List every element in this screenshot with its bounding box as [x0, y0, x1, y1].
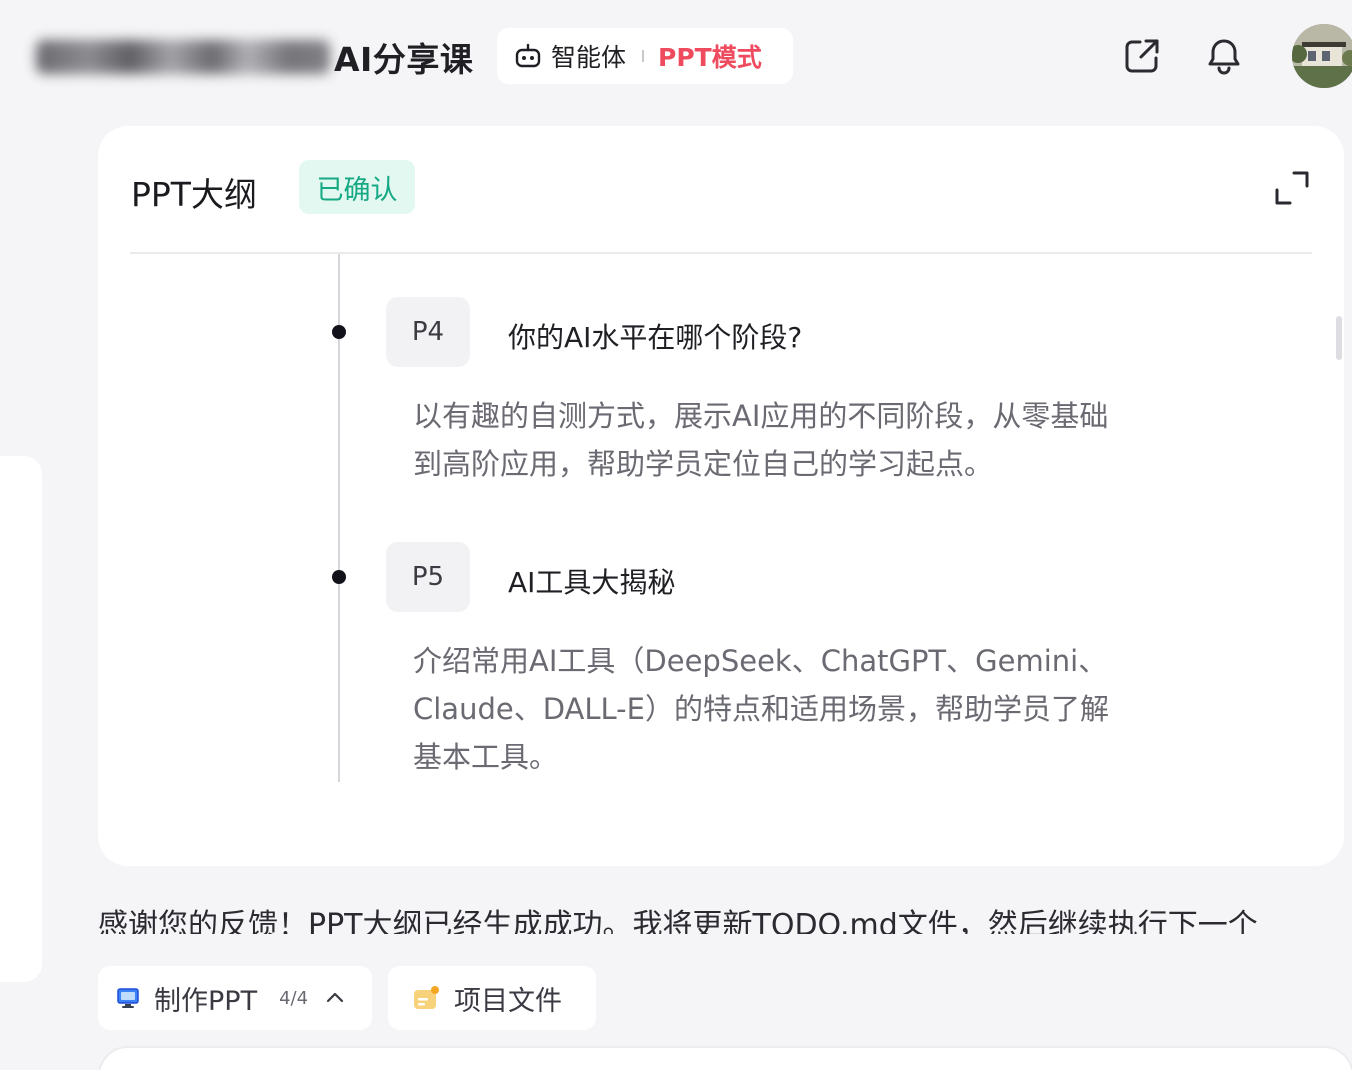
status-badge: 已确认	[299, 160, 415, 214]
user-avatar[interactable]	[1292, 24, 1352, 88]
project-title: AI分享课	[36, 30, 473, 84]
scrollbar-thumb[interactable]	[1336, 316, 1342, 360]
description-line: 基本工具。	[413, 740, 559, 774]
description-line: 到高阶应用，帮助学员定位自己的学习起点。	[413, 447, 994, 481]
folder-note-icon	[414, 986, 439, 1009]
mode-agent-label[interactable]: 智能体	[551, 38, 626, 74]
chat-input-area[interactable]	[98, 1046, 1352, 1070]
description-line: 介绍常用AI工具（DeepSeek、ChatGPT、Gemini、	[413, 644, 1108, 678]
make-ppt-progress: 4/4	[279, 987, 309, 1009]
bell-icon[interactable]	[1204, 36, 1244, 76]
mode-ppt-label[interactable]: PPT模式	[658, 38, 762, 74]
page-number-chip: P5	[386, 542, 470, 612]
card-title: PPT大纲	[131, 175, 257, 214]
outline-item-description: 以有趣的自测方式，展示AI应用的不同阶段，从零基础 到高阶应用，帮助学员定位自己…	[413, 392, 1203, 488]
outline-item-title: AI工具大揭秘	[508, 566, 676, 599]
assistant-message-text: 感谢您的反馈！PPT大纲已经生成成功。我将更新TODO.md文件，然后继续执行下…	[98, 908, 1258, 934]
project-title-text: AI分享课	[334, 40, 474, 79]
blurred-title-prefix	[36, 40, 330, 74]
side-panel	[0, 456, 42, 982]
project-files-button[interactable]: 项目文件	[388, 966, 596, 1030]
monitor-icon	[117, 988, 139, 1008]
ppt-outline-card: PPT大纲 已确认 P4 你的AI水平在哪个阶段? 以有趣的自测方式，展示AI应…	[98, 126, 1344, 866]
project-files-label: 项目文件	[454, 985, 562, 1017]
expand-icon[interactable]	[1274, 170, 1310, 206]
make-ppt-button[interactable]: 制作PPT 4/4	[98, 966, 372, 1030]
avatar-photo	[1292, 24, 1352, 88]
card-divider	[130, 252, 1312, 254]
assistant-message: 感谢您的反馈！PPT大纲已经生成成功。我将更新TODO.md文件，然后继续执行下…	[98, 900, 1352, 934]
mode-switcher[interactable]: 智能体 PPT模式	[497, 28, 793, 84]
chevron-up-icon[interactable]	[324, 987, 346, 1009]
timeline-dot	[332, 325, 346, 339]
page-number-chip: P4	[386, 297, 470, 367]
description-line: Claude、DALL-E）的特点和适用场景，帮助学员了解	[413, 692, 1109, 726]
share-external-icon[interactable]	[1122, 36, 1162, 76]
outline-item-description: 介绍常用AI工具（DeepSeek、ChatGPT、Gemini、 Claude…	[413, 637, 1203, 781]
make-ppt-label: 制作PPT	[154, 985, 258, 1017]
timeline-dot	[332, 570, 346, 584]
mode-separator	[642, 50, 645, 62]
robot-icon	[515, 43, 541, 68]
app-page: AI分享课 智能体 PPT模式 PPT大纲 已确认 P4 你的AI水平在哪个阶段…	[0, 0, 1352, 1070]
description-line: 以有趣的自测方式，展示AI应用的不同阶段，从零基础	[413, 399, 1109, 433]
outline-item-title: 你的AI水平在哪个阶段?	[508, 321, 803, 354]
